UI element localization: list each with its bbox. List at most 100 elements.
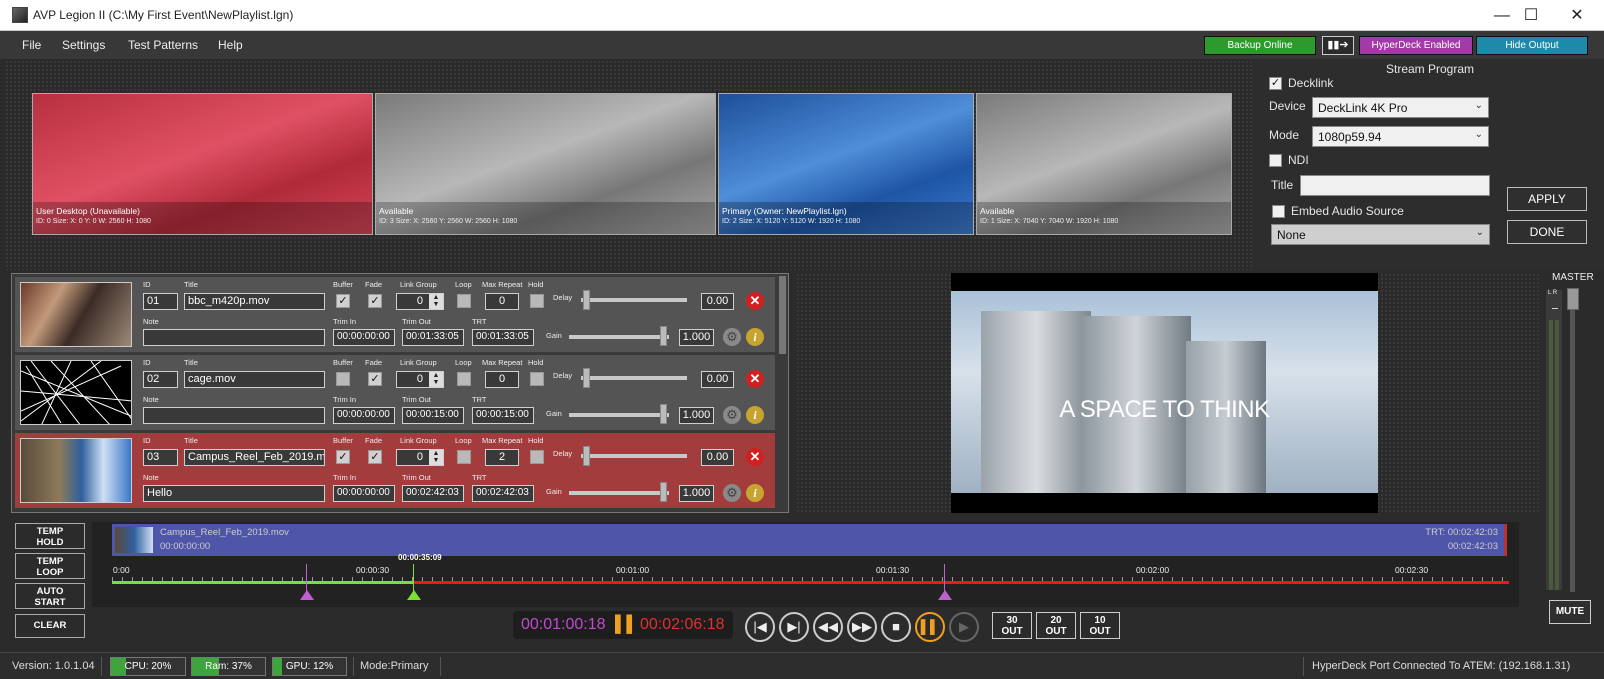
hyperdeck-enabled-button[interactable]: HyperDeck Enabled (1359, 36, 1473, 55)
display-0[interactable]: User Desktop (Unavailable) ID: 0 Size: X:… (32, 93, 373, 235)
title-field[interactable]: cage.mov (184, 371, 325, 388)
buffer-checkbox[interactable]: ✓ (336, 294, 350, 308)
spinner-icon[interactable]: ▲ ▼ (429, 294, 443, 309)
remove-clip-icon[interactable]: ✕ (746, 370, 764, 388)
title-input[interactable] (1300, 175, 1490, 196)
hold-checkbox[interactable] (530, 294, 544, 308)
buffer-checkbox[interactable] (336, 372, 350, 386)
skip-to-end-icon[interactable]: ▶| (779, 612, 809, 642)
maximize-button[interactable]: ☐ (1508, 0, 1554, 31)
master-fader-track[interactable] (1570, 288, 1575, 592)
playlist-row-active[interactable]: ID 03 Title Campus_Reel_Feb_2019.mov Buf… (15, 433, 775, 508)
display-2[interactable]: Primary (Owner: NewPlaylist.lgn) ID: 2 Si… (718, 93, 974, 235)
playlist-row[interactable]: ID 02 Title cage.mov Buffer Fade ✓ Link … (15, 355, 775, 430)
loop-checkbox[interactable] (457, 372, 471, 386)
timeline-clip[interactable]: Campus_Reel_Feb_2019.mov 00:00:00:00 TRT… (112, 524, 1507, 556)
spinner-icon[interactable]: ▲ ▼ (429, 450, 443, 465)
delay-slider-knob[interactable] (583, 446, 590, 466)
playhead-marker-icon[interactable] (407, 590, 421, 600)
delay-slider[interactable] (581, 454, 687, 458)
buffer-checkbox[interactable]: ✓ (336, 450, 350, 464)
spinner-icon[interactable]: ▲ ▼ (429, 372, 443, 387)
gain-field[interactable]: 1.000 (679, 329, 714, 346)
title-field[interactable]: bbc_m420p.mov (184, 293, 325, 310)
gain-slider[interactable] (569, 335, 669, 339)
max-repeat-field[interactable]: 2 (485, 449, 519, 466)
note-field[interactable] (143, 329, 325, 346)
display-1[interactable]: Available ID: 1 Size: X: 7040 Y: 7040 W: … (976, 93, 1232, 235)
trim-out-field[interactable]: 00:02:42:03 (402, 485, 464, 502)
trim-in-field[interactable]: 00:00:00:00 (333, 329, 395, 346)
info-icon[interactable]: i (746, 328, 764, 346)
clear-button[interactable]: CLEAR (15, 614, 85, 638)
settings-gear-icon[interactable]: ⚙ (723, 484, 741, 502)
delay-slider[interactable] (581, 376, 687, 380)
gain-slider-knob[interactable] (660, 326, 667, 346)
trim-out-field[interactable]: 00:00:15:00 (402, 407, 464, 424)
embed-audio-select[interactable]: None ⌄ (1271, 224, 1490, 245)
id-field[interactable]: 01 (143, 293, 178, 310)
hold-checkbox[interactable] (530, 450, 544, 464)
id-field[interactable]: 02 (143, 371, 178, 388)
gain-slider-knob[interactable] (660, 404, 667, 424)
menu-help[interactable]: Help (218, 38, 243, 52)
embed-audio-checkbox[interactable] (1272, 205, 1285, 218)
loop-checkbox[interactable] (457, 450, 471, 464)
delay-field[interactable]: 0.00 (701, 371, 734, 388)
ndi-checkbox[interactable] (1269, 154, 1282, 167)
temp-hold-button[interactable]: TEMP HOLD (15, 523, 85, 549)
delay-field[interactable]: 0.00 (701, 449, 734, 466)
delay-slider-knob[interactable] (583, 368, 590, 388)
settings-gear-icon[interactable]: ⚙ (723, 328, 741, 346)
remove-clip-icon[interactable]: ✕ (746, 448, 764, 466)
master-fader-knob[interactable] (1567, 288, 1579, 310)
title-field[interactable]: Campus_Reel_Feb_2019.mov (184, 449, 325, 466)
trim-in-field[interactable]: 00:00:00:00 (333, 407, 395, 424)
device-select[interactable]: DeckLink 4K Pro ⌄ (1312, 97, 1489, 118)
trim-out-field[interactable]: 00:01:33:05 (402, 329, 464, 346)
loop-out-marker-icon[interactable] (938, 590, 952, 600)
gain-field[interactable]: 1.000 (679, 407, 714, 424)
backup-online-button[interactable]: Backup Online (1204, 36, 1316, 55)
gain-slider-knob[interactable] (660, 482, 667, 502)
remove-clip-icon[interactable]: ✕ (746, 292, 764, 310)
note-field[interactable] (143, 407, 325, 424)
id-field[interactable]: 03 (143, 449, 178, 466)
pause-icon[interactable]: ▌▌ (915, 612, 945, 642)
delay-slider-knob[interactable] (583, 290, 590, 310)
skip-to-start-icon[interactable]: |◀ (745, 612, 775, 642)
loop-checkbox[interactable] (457, 294, 471, 308)
display-3[interactable]: Available ID: 3 Size: X: 2560 Y: 2560 W: … (375, 93, 716, 235)
loop-in-marker-icon[interactable] (300, 590, 314, 600)
out-30-button[interactable]: 30 OUT (992, 612, 1032, 639)
hold-checkbox[interactable] (530, 372, 544, 386)
info-icon[interactable]: i (746, 484, 764, 502)
max-repeat-field[interactable]: 0 (485, 293, 519, 310)
settings-gear-icon[interactable]: ⚙ (723, 406, 741, 424)
decklink-checkbox[interactable]: ✓ (1269, 77, 1282, 90)
close-window-button[interactable]: ✕ (1554, 0, 1600, 31)
gain-slider[interactable] (569, 491, 669, 495)
fade-checkbox[interactable]: ✓ (368, 372, 382, 386)
fast-forward-icon[interactable]: ▶▶ (847, 612, 877, 642)
auto-start-button[interactable]: AUTO START (15, 583, 85, 609)
temp-loop-button[interactable]: TEMP LOOP (15, 553, 85, 579)
playlist-row[interactable]: ID 01 Title bbc_m420p.mov Buffer ✓ Fade … (15, 277, 775, 352)
done-button[interactable]: DONE (1507, 220, 1587, 244)
fade-checkbox[interactable]: ✓ (368, 450, 382, 464)
out-10-button[interactable]: 10 OUT (1080, 612, 1120, 639)
mode-select[interactable]: 1080p59.94 ⌄ (1312, 126, 1489, 147)
stop-icon[interactable]: ■ (881, 612, 911, 642)
apply-button[interactable]: APPLY (1507, 187, 1587, 211)
output-toggle-icon[interactable]: ▮▮➔ (1322, 36, 1354, 55)
delay-slider[interactable] (581, 298, 687, 302)
play-icon[interactable]: ▶ (949, 612, 979, 642)
max-repeat-field[interactable]: 0 (485, 371, 519, 388)
note-field[interactable]: Hello (143, 485, 325, 502)
menu-settings[interactable]: Settings (62, 38, 105, 52)
hide-output-button[interactable]: Hide Output (1476, 36, 1588, 55)
trim-in-field[interactable]: 00:00:00:00 (333, 485, 395, 502)
gain-slider[interactable] (569, 413, 669, 417)
menu-test-patterns[interactable]: Test Patterns (128, 38, 198, 52)
fade-checkbox[interactable]: ✓ (368, 294, 382, 308)
